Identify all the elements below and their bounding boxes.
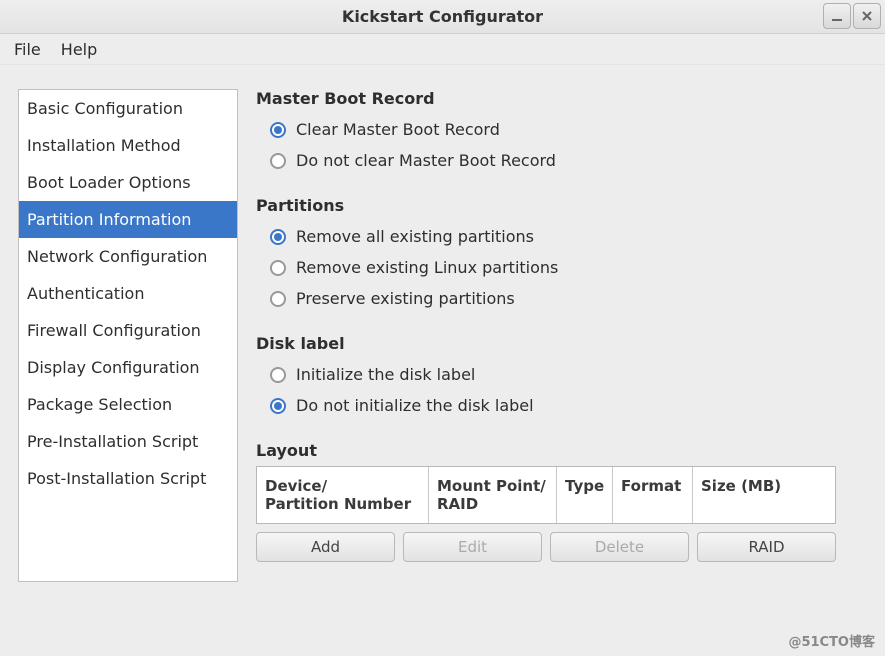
sidebar-item-post-installation-script[interactable]: Post-Installation Script [19,460,237,497]
radio-icon [270,367,286,383]
col-size[interactable]: Size (MB) [693,467,835,523]
mbr-clear-row[interactable]: Clear Master Boot Record [256,114,867,145]
sidebar: Basic Configuration Installation Method … [18,89,238,582]
col-mountpoint[interactable]: Mount Point/ RAID [429,467,557,523]
radio-icon [270,122,286,138]
sidebar-item-partition-information[interactable]: Partition Information [19,201,237,238]
col-type[interactable]: Type [557,467,613,523]
close-button[interactable] [853,3,881,29]
minimize-button[interactable] [823,3,851,29]
section-mbr: Master Boot Record Clear Master Boot Rec… [256,89,867,176]
radio-icon [270,398,286,414]
delete-button[interactable]: Delete [550,532,689,562]
watermark: @51CTO博客 [788,631,875,650]
sidebar-item-display-configuration[interactable]: Display Configuration [19,349,237,386]
sidebar-item-package-selection[interactable]: Package Selection [19,386,237,423]
partitions-remove-all-row[interactable]: Remove all existing partitions [256,221,867,252]
mbr-noclear-row[interactable]: Do not clear Master Boot Record [256,145,867,176]
partitions-preserve-row[interactable]: Preserve existing partitions [256,283,867,314]
disklabel-init-row[interactable]: Initialize the disk label [256,359,867,390]
sidebar-item-firewall-configuration[interactable]: Firewall Configuration [19,312,237,349]
partitions-preserve-label: Preserve existing partitions [296,289,515,308]
partitions-header: Partitions [256,196,867,215]
layout-table: Device/ Partition Number Mount Point/ RA… [256,466,836,524]
main-panel: Master Boot Record Clear Master Boot Rec… [256,89,867,582]
disklabel-init-label: Initialize the disk label [296,365,475,384]
layout-buttons: Add Edit Delete RAID [256,532,836,562]
sidebar-item-network-configuration[interactable]: Network Configuration [19,238,237,275]
sidebar-item-authentication[interactable]: Authentication [19,275,237,312]
raid-button[interactable]: RAID [697,532,836,562]
sidebar-item-pre-installation-script[interactable]: Pre-Installation Script [19,423,237,460]
add-button[interactable]: Add [256,532,395,562]
titlebar: Kickstart Configurator [0,0,885,34]
menu-file[interactable]: File [4,35,51,64]
col-device[interactable]: Device/ Partition Number [257,467,429,523]
partitions-remove-linux-label: Remove existing Linux partitions [296,258,558,277]
mbr-header: Master Boot Record [256,89,867,108]
section-layout: Layout Device/ Partition Number Mount Po… [256,441,867,562]
menu-help[interactable]: Help [51,35,107,64]
menubar: File Help [0,34,885,65]
sidebar-item-boot-loader-options[interactable]: Boot Loader Options [19,164,237,201]
mbr-noclear-label: Do not clear Master Boot Record [296,151,556,170]
edit-button[interactable]: Edit [403,532,542,562]
radio-icon [270,260,286,276]
content-area: Basic Configuration Installation Method … [0,65,885,582]
sidebar-item-installation-method[interactable]: Installation Method [19,127,237,164]
col-format[interactable]: Format [613,467,693,523]
window-title: Kickstart Configurator [342,7,543,26]
sidebar-item-basic-configuration[interactable]: Basic Configuration [19,90,237,127]
window-controls [823,3,881,29]
radio-icon [270,291,286,307]
section-disk-label: Disk label Initialize the disk label Do … [256,334,867,421]
disklabel-noinit-row[interactable]: Do not initialize the disk label [256,390,867,421]
radio-icon [270,229,286,245]
disklabel-noinit-label: Do not initialize the disk label [296,396,534,415]
partitions-remove-linux-row[interactable]: Remove existing Linux partitions [256,252,867,283]
radio-icon [270,153,286,169]
layout-header: Layout [256,441,867,460]
section-partitions: Partitions Remove all existing partition… [256,196,867,314]
partitions-remove-all-label: Remove all existing partitions [296,227,534,246]
close-icon [861,10,873,22]
mbr-clear-label: Clear Master Boot Record [296,120,500,139]
minimize-icon [831,10,843,22]
disklabel-header: Disk label [256,334,867,353]
layout-table-header: Device/ Partition Number Mount Point/ RA… [257,467,835,523]
